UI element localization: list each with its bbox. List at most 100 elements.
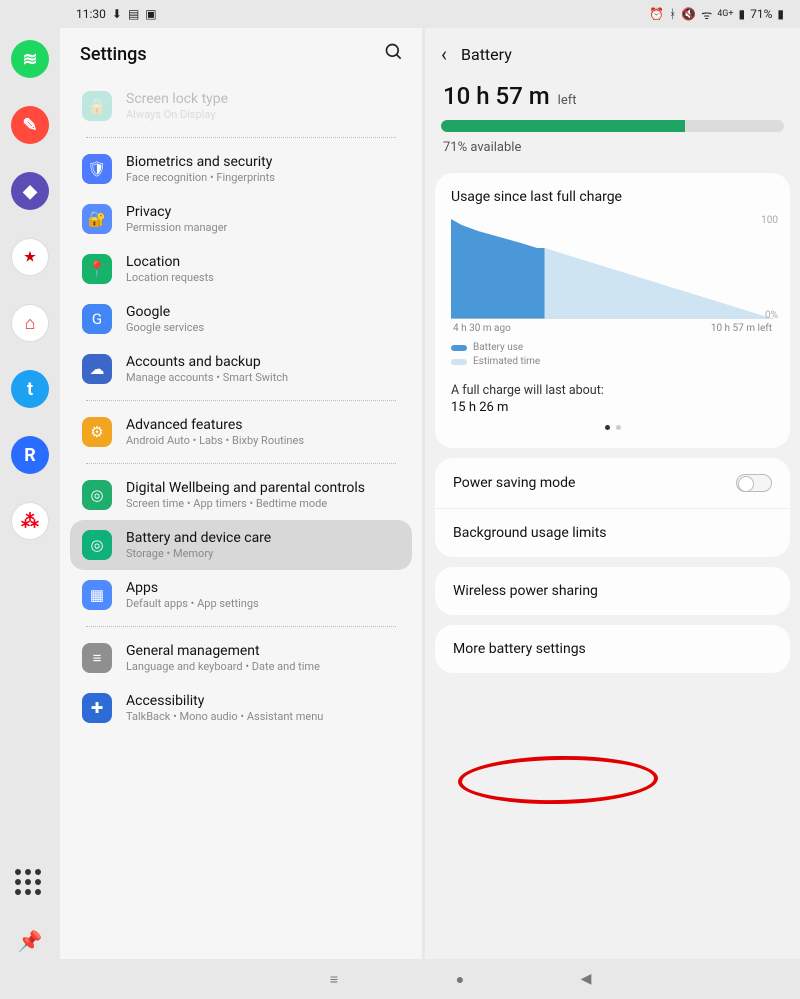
bg-usage-label: Background usage limits [453, 525, 607, 541]
nav-back-icon[interactable]: ◀ [578, 971, 594, 987]
signal-icon: ▮ [739, 7, 746, 21]
accessibility-icon: ✚ [82, 693, 112, 723]
usage-card-title: Usage since last full charge [451, 189, 774, 205]
power-saving-toggle[interactable] [736, 474, 772, 492]
settings-title: Settings [80, 44, 147, 65]
chart-y-bot: 0% [765, 310, 778, 321]
wellbeing-icon: ◎ [82, 480, 112, 510]
location-title: Location [126, 254, 214, 270]
settings-divider [86, 626, 396, 627]
lockscreen-icon: 🔒 [82, 91, 112, 121]
clock: 11:30 [76, 7, 106, 21]
settings-item-wellbeing[interactable]: ◎ Digital Wellbeing and parental controls… [70, 470, 412, 520]
accessibility-subtitle: TalkBack • Mono audio • Assistant menu [126, 710, 323, 723]
nav-recent-icon[interactable]: ≡ [326, 971, 342, 987]
settings-item-advanced[interactable]: ⚙ Advanced featuresAndroid Auto • Labs • … [70, 407, 412, 457]
power-saving-label: Power saving mode [453, 475, 575, 491]
dock-app-notes[interactable]: ✎ [11, 106, 49, 144]
apps-icon: ▦ [82, 580, 112, 610]
dock-app-r[interactable]: R [11, 436, 49, 474]
battery-available: 71% available [435, 140, 790, 165]
search-icon[interactable] [384, 42, 404, 67]
settings-item-general[interactable]: ≡General managementLanguage and keyboard… [70, 633, 412, 683]
back-icon[interactable]: ‹ [441, 42, 447, 66]
battery-title: Battery and device care [126, 530, 271, 546]
battery-panel: ‹ Battery 10 h 57 m left 71% available U… [425, 28, 800, 959]
settings-item-lockscreen[interactable]: 🔒Screen lock typeAlways On Display [70, 81, 412, 131]
advanced-icon: ⚙ [82, 417, 112, 447]
accounts-subtitle: Manage accounts • Smart Switch [126, 371, 288, 384]
dock-app-twitter[interactable]: t [11, 370, 49, 408]
battery-icon: ◎ [82, 530, 112, 560]
settings-item-accounts[interactable]: ☁Accounts and backupManage accounts • Sm… [70, 344, 412, 394]
lockscreen-title: Screen lock type [126, 91, 228, 107]
location-icon: 📍 [82, 254, 112, 284]
wireless-power-label: Wireless power sharing [453, 583, 598, 599]
google-title: Google [126, 304, 204, 320]
page-dots[interactable] [451, 425, 774, 430]
google-icon: G [82, 304, 112, 334]
biometrics-title: Biometrics and security [126, 154, 275, 170]
more-card: More battery settings [435, 625, 790, 673]
power-options-card: Power saving mode Background usage limit… [435, 458, 790, 557]
usage-chart-svg [451, 219, 774, 319]
full-charge-value: 15 h 26 m [451, 400, 774, 415]
wellbeing-title: Digital Wellbeing and parental controls [126, 480, 365, 496]
settings-item-battery[interactable]: ◎ Battery and device careStorage • Memory [70, 520, 412, 570]
privacy-title: Privacy [126, 204, 227, 220]
settings-item-location[interactable]: 📍LocationLocation requests [70, 244, 412, 294]
time-remaining: 10 h 57 m left [435, 80, 790, 112]
app-dock: ≋ ✎ ◆ ★ ⌂ t R ⁂ 📌 [0, 0, 60, 999]
settings-list[interactable]: 🔒Screen lock typeAlways On Display🛡Biome… [60, 81, 422, 959]
wireless-power-row[interactable]: Wireless power sharing [435, 567, 790, 615]
apps-subtitle: Default apps • App settings [126, 597, 259, 610]
pin-icon[interactable]: 📌 [18, 929, 43, 953]
dot-2 [616, 425, 621, 430]
nav-home-icon[interactable]: ● [452, 971, 468, 987]
legend-estimated: Estimated time [451, 356, 774, 367]
biometrics-icon: 🛡 [82, 154, 112, 184]
google-subtitle: Google services [126, 321, 204, 334]
time-remaining-value: 10 h 57 m [443, 82, 550, 110]
settings-panel: Settings 🔒Screen lock typeAlways On Disp… [60, 28, 422, 959]
wellbeing-subtitle: Screen time • App timers • Bedtime mode [126, 497, 365, 510]
power-saving-row[interactable]: Power saving mode [435, 458, 790, 508]
wifi-icon: ᯤ [701, 6, 712, 23]
apps-title: Apps [126, 580, 259, 596]
dock-app-espn[interactable]: ★ [11, 238, 49, 276]
battery-title: Battery [461, 45, 512, 64]
settings-item-accessibility[interactable]: ✚AccessibilityTalkBack • Mono audio • As… [70, 683, 412, 733]
dock-app-slack[interactable]: ⁂ [11, 502, 49, 540]
biometrics-subtitle: Face recognition • Fingerprints [126, 171, 275, 184]
settings-item-privacy[interactable]: 🔐PrivacyPermission manager [70, 194, 412, 244]
battery-subtitle: Storage • Memory [126, 547, 271, 560]
chart-x-left: 4 h 30 m ago [453, 323, 511, 334]
dock-app-obsidian[interactable]: ◆ [11, 172, 49, 210]
more-settings-row[interactable]: More battery settings [435, 625, 790, 673]
settings-divider [86, 400, 396, 401]
usage-chart: 100 0% [451, 219, 774, 319]
dock-app-home[interactable]: ⌂ [11, 304, 49, 342]
dot-1 [605, 425, 610, 430]
legend-battery-use: Battery use [451, 342, 774, 353]
bg-usage-row[interactable]: Background usage limits [435, 508, 790, 557]
privacy-icon: 🔐 [82, 204, 112, 234]
battery-icon: ▮ [777, 7, 784, 21]
apps-grid-icon[interactable] [15, 869, 45, 895]
download-icon: ⬇ [112, 7, 122, 21]
settings-item-apps[interactable]: ▦ AppsDefault apps • App settings [70, 570, 412, 620]
chart-x-right: 10 h 57 m left [711, 323, 772, 334]
settings-item-biometrics[interactable]: 🛡 Biometrics and securityFace recognition… [70, 144, 412, 194]
nav-bar: ≡ ● ◀ [120, 959, 800, 999]
usage-card[interactable]: Usage since last full charge 100 0% 4 h … [435, 173, 790, 448]
advanced-title: Advanced features [126, 417, 304, 433]
advanced-subtitle: Android Auto • Labs • Bixby Routines [126, 434, 304, 447]
settings-divider [86, 137, 396, 138]
mute-icon: 🔇 [681, 7, 696, 21]
settings-item-google[interactable]: G GoogleGoogle services [70, 294, 412, 344]
wireless-card: Wireless power sharing [435, 567, 790, 615]
more-settings-label: More battery settings [453, 641, 586, 657]
battery-bar-fill [441, 120, 685, 132]
bluetooth-icon: ᚼ [669, 7, 676, 21]
dock-app-spotify[interactable]: ≋ [11, 40, 49, 78]
